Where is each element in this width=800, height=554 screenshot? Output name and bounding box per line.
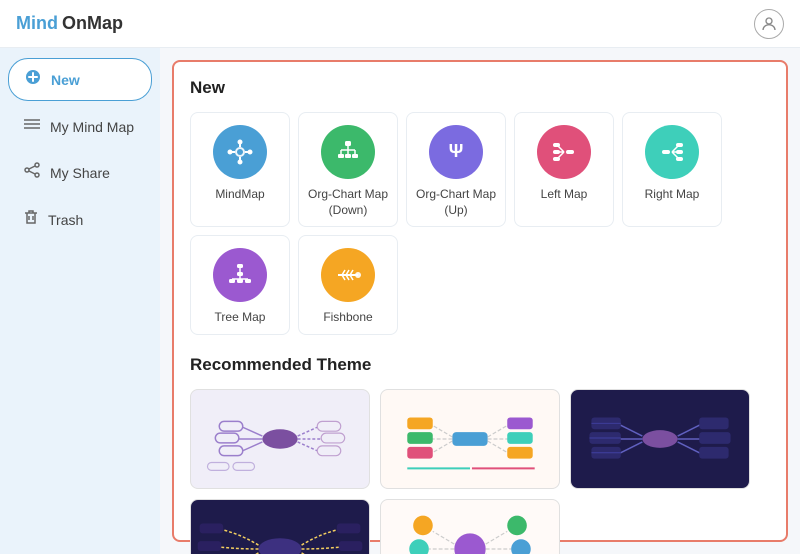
map-card-org-chart-up[interactable]: Ψ Org-Chart Map (Up)	[406, 112, 506, 227]
svg-text:Ψ: Ψ	[449, 141, 464, 161]
map-card-fishbone[interactable]: Fishbone	[298, 235, 398, 335]
theme-card-3[interactable]	[570, 389, 750, 489]
tree-map-icon	[213, 248, 267, 302]
map-grid: MindMap	[190, 112, 770, 335]
org-chart-down-label: Org-Chart Map (Down)	[307, 187, 389, 218]
sidebar-item-trash[interactable]: Trash	[8, 199, 152, 240]
map-card-tree-map[interactable]: Tree Map	[190, 235, 290, 335]
new-icon	[25, 69, 41, 90]
my-share-icon	[24, 162, 40, 183]
map-card-mindmap[interactable]: MindMap	[190, 112, 290, 227]
map-card-org-chart-down[interactable]: Org-Chart Map (Down)	[298, 112, 398, 227]
sidebar-item-my-share[interactable]: My Share	[8, 152, 152, 193]
sidebar-trash-label: Trash	[48, 212, 83, 228]
content-box: New	[172, 60, 788, 542]
mindmap-label: MindMap	[215, 187, 264, 203]
logo-mind: Mind	[16, 13, 58, 34]
logo: MindOnMap	[16, 13, 123, 34]
header: MindOnMap	[0, 0, 800, 48]
org-chart-up-label: Org-Chart Map (Up)	[415, 187, 497, 218]
left-map-icon	[537, 125, 591, 179]
profile-icon[interactable]	[754, 9, 784, 39]
theme-card-4[interactable]	[190, 499, 370, 554]
sidebar-new-label: New	[51, 72, 80, 88]
fishbone-icon	[321, 248, 375, 302]
logo-onmap: OnMap	[62, 13, 123, 34]
theme-card-5[interactable]	[380, 499, 560, 554]
left-map-label: Left Map	[541, 187, 588, 203]
right-map-label: Right Map	[645, 187, 700, 203]
mindmap-icon	[213, 125, 267, 179]
theme-card-2[interactable]	[380, 389, 560, 489]
trash-icon	[24, 209, 38, 230]
map-card-right-map[interactable]: Right Map	[622, 112, 722, 227]
recommended-section-title: Recommended Theme	[190, 355, 770, 375]
org-chart-down-icon	[321, 125, 375, 179]
map-card-left-map[interactable]: Left Map	[514, 112, 614, 227]
sidebar-item-new[interactable]: New	[8, 58, 152, 101]
layout: New My Mind Map My Share	[0, 48, 800, 554]
sidebar: New My Mind Map My Share	[0, 48, 160, 554]
sidebar-my-share-label: My Share	[50, 165, 110, 181]
right-map-icon	[645, 125, 699, 179]
my-mind-map-icon	[24, 117, 40, 136]
sidebar-my-mind-map-label: My Mind Map	[50, 119, 134, 135]
fishbone-label: Fishbone	[323, 310, 372, 326]
sidebar-item-my-mind-map[interactable]: My Mind Map	[8, 107, 152, 146]
theme-grid	[190, 389, 770, 554]
theme-card-1[interactable]	[190, 389, 370, 489]
main-content: New	[160, 48, 800, 554]
org-chart-up-icon: Ψ	[429, 125, 483, 179]
tree-map-label: Tree Map	[215, 310, 266, 326]
new-section-title: New	[190, 78, 770, 98]
